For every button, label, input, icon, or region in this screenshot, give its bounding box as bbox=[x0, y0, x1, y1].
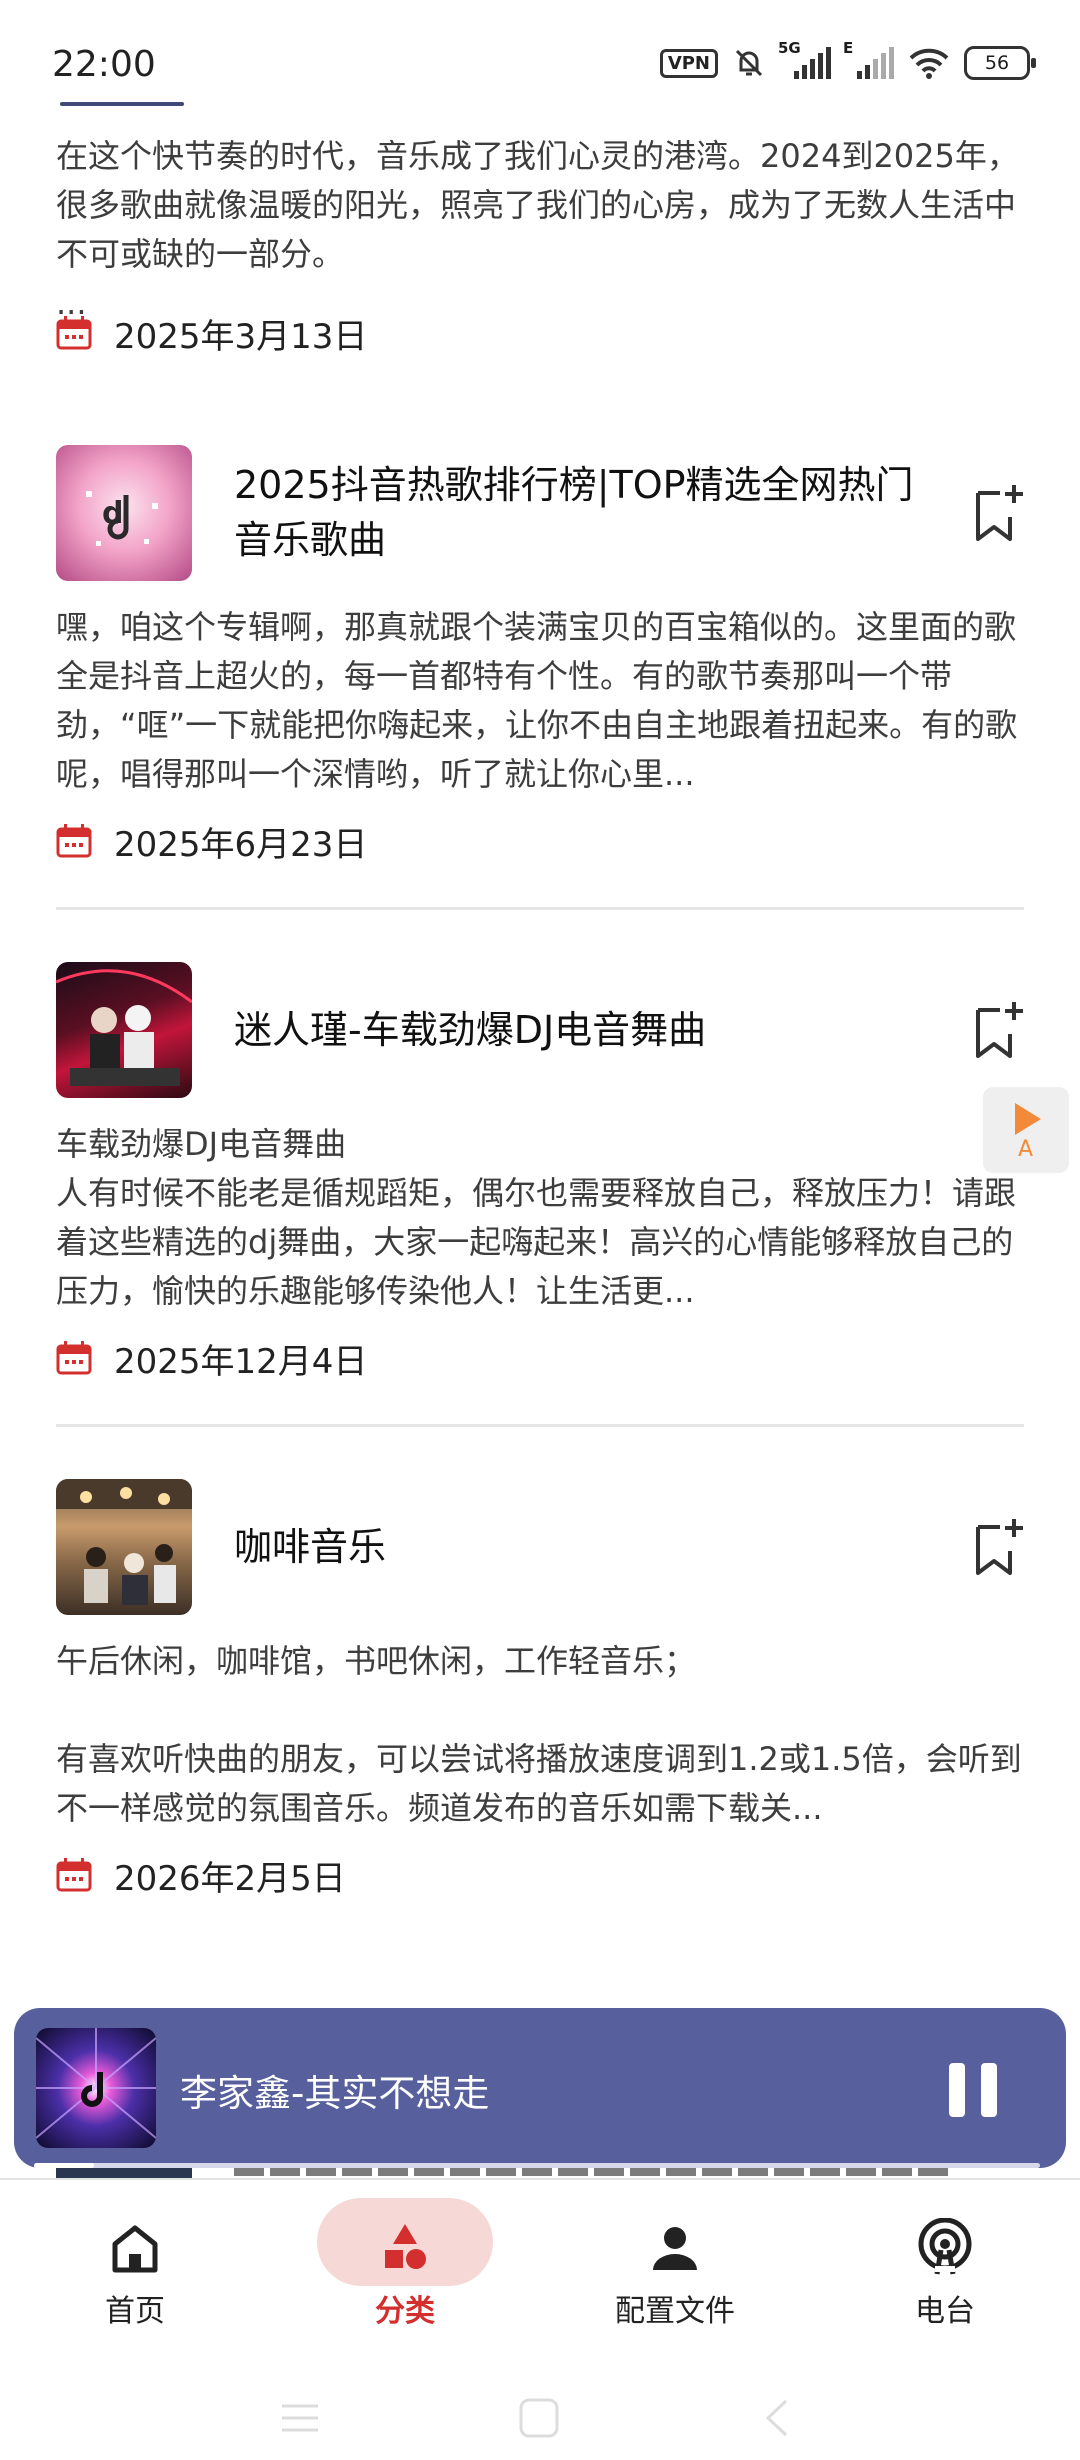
floating-button-label: A bbox=[1018, 1137, 1034, 1162]
wifi-icon bbox=[909, 48, 949, 79]
album-cover bbox=[56, 962, 192, 1098]
pause-icon bbox=[949, 2063, 965, 2117]
pause-button[interactable] bbox=[949, 2063, 999, 2117]
mute-bell-icon bbox=[735, 49, 763, 77]
date-row: 2025年3月13日 bbox=[56, 303, 1024, 363]
nav-item-category[interactable]: 分类 bbox=[270, 2180, 540, 2354]
status-bar: 22:00 VPN 5G E 56 bbox=[0, 0, 1080, 130]
nav-label-home: 首页 bbox=[105, 2294, 165, 2329]
album-cover: d bbox=[56, 445, 192, 581]
home-square-icon[interactable] bbox=[518, 2397, 560, 2439]
album-title[interactable]: 2025抖音热歌排行榜|TOP精选全网热门音乐歌曲 bbox=[234, 458, 942, 568]
nav-label-radio: 电台 bbox=[915, 2294, 975, 2329]
previous-card-edge bbox=[60, 102, 184, 106]
signal-sim1-icon: 5G bbox=[778, 39, 831, 79]
system-navigation-bar bbox=[0, 2352, 1080, 2460]
home-icon bbox=[112, 2225, 158, 2273]
bookmark-add-icon[interactable] bbox=[972, 483, 1024, 543]
profile-icon bbox=[653, 2227, 697, 2270]
radio-icon bbox=[918, 2218, 972, 2275]
album-date: 2026年2月5日 bbox=[114, 1858, 346, 1899]
nav-item-profile[interactable]: 配置文件 bbox=[540, 2180, 810, 2354]
menu-icon[interactable] bbox=[280, 2398, 320, 2438]
nav-label-profile: 配置文件 bbox=[615, 2294, 735, 2329]
category-icon bbox=[385, 2224, 426, 2269]
playback-progress[interactable] bbox=[34, 2163, 1040, 2168]
date-row: 2025年12月4日 bbox=[56, 1328, 1024, 1388]
bookmark-add-icon[interactable] bbox=[972, 1000, 1024, 1060]
album-cover bbox=[56, 1479, 192, 1615]
signal-sim2-icon: E bbox=[843, 39, 894, 79]
date-row: 2025年6月23日 bbox=[56, 811, 1024, 871]
status-icons: VPN 5G E 56 bbox=[659, 39, 1036, 80]
album-title[interactable]: 咖啡音乐 bbox=[234, 1520, 942, 1575]
calendar-icon bbox=[56, 824, 92, 858]
floating-assist-button[interactable]: A bbox=[983, 1087, 1069, 1173]
divider bbox=[56, 1424, 1024, 1427]
list-item[interactable]: 在这个快节奏的时代，音乐成了我们心灵的港湾。2024到2025年，很多歌曲就像温… bbox=[0, 130, 1080, 363]
album-description: 在这个快节奏的时代，音乐成了我们心灵的港湾。2024到2025年，很多歌曲就像温… bbox=[56, 137, 1019, 322]
calendar-icon bbox=[56, 1858, 92, 1892]
list-item[interactable]: 迷人瑾-车载劲爆DJ电音舞曲 车载劲爆DJ电音舞曲 人有时候不能老是循规蹈矩，偶… bbox=[0, 962, 1080, 1427]
bottom-navigation: 首页 分类 配置文件 电台 bbox=[0, 2178, 1080, 2354]
calendar-icon bbox=[56, 1341, 92, 1375]
nav-item-home[interactable]: 首页 bbox=[0, 2180, 270, 2354]
album-title[interactable]: 迷人瑾-车载劲爆DJ电音舞曲 bbox=[234, 1003, 942, 1058]
bookmark-add-icon[interactable] bbox=[972, 1517, 1024, 1577]
divider bbox=[56, 907, 1024, 910]
play-triangle-icon bbox=[1015, 1103, 1041, 1135]
list-item[interactable]: d 2025抖音热歌排行榜|TOP精选全网热门音乐歌曲 嘿，咱这个专辑啊，那真就… bbox=[0, 445, 1080, 910]
album-description: 车载劲爆DJ电音舞曲 人有时候不能老是循规蹈矩，偶尔也需要释放自己，释放压力！请… bbox=[56, 1125, 1017, 1310]
album-feed[interactable]: 在这个快节奏的时代，音乐成了我们心灵的港湾。2024到2025年，很多歌曲就像温… bbox=[0, 102, 1080, 1905]
mini-player[interactable]: 李家鑫-其实不想走 bbox=[14, 2008, 1066, 2168]
album-description: 午后休闲，咖啡馆，书吧休闲，工作轻音乐； 有喜欢听快曲的朋友，可以尝试将播放速度… bbox=[56, 1642, 1022, 1827]
status-time: 22:00 bbox=[52, 44, 156, 85]
nav-label-category: 分类 bbox=[375, 2294, 435, 2329]
now-playing-cover bbox=[36, 2028, 156, 2148]
now-playing-title[interactable]: 李家鑫-其实不想走 bbox=[180, 2063, 489, 2117]
nav-item-radio[interactable]: 电台 bbox=[810, 2180, 1080, 2354]
battery-icon: 56 bbox=[964, 46, 1036, 80]
album-date: 2025年6月23日 bbox=[114, 824, 368, 865]
list-item[interactable]: 咖啡音乐 午后休闲，咖啡馆，书吧休闲，工作轻音乐； 有喜欢听快曲的朋友，可以尝试… bbox=[0, 1479, 1080, 1905]
back-icon[interactable] bbox=[760, 2397, 794, 2439]
album-date: 2025年12月4日 bbox=[114, 1341, 368, 1382]
calendar-icon bbox=[56, 316, 92, 350]
album-date: 2025年3月13日 bbox=[114, 316, 368, 357]
vpn-icon: VPN bbox=[659, 48, 718, 78]
album-description: 嘿，咱这个专辑啊，那真就跟个装满宝贝的百宝箱似的。这里面的歌全是抖音上超火的，每… bbox=[56, 608, 1018, 793]
date-row: 2026年2月5日 bbox=[56, 1845, 1024, 1905]
